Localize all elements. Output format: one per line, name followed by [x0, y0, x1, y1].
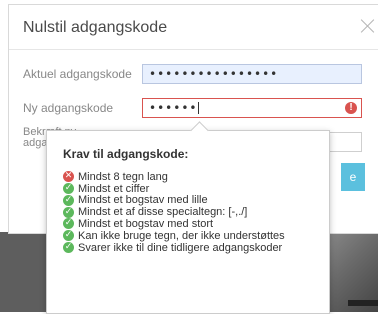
dialog-title: Nulstil adgangskode — [23, 19, 168, 36]
check-circle-icon: ✓ — [63, 194, 74, 206]
submit-button-label: e — [349, 170, 357, 184]
current-password-value: •••••••••••••••• — [149, 67, 279, 81]
requirement-text: Mindst et bogstav med lille — [78, 194, 208, 207]
new-password-value: •••••• — [149, 101, 198, 115]
password-requirements-popover: Krav til adgangskode: ✕ Mindst 8 tegn lan… — [46, 121, 330, 314]
dialog-divider — [9, 49, 378, 50]
background-bar — [348, 300, 378, 306]
requirement-item: ✓ Mindst et ciffer — [63, 183, 285, 195]
close-icon[interactable] — [359, 17, 377, 35]
requirement-text: Mindst et ciffer — [78, 182, 150, 195]
check-circle-icon: ✓ — [63, 183, 74, 195]
requirements-list: ✕ Mindst 8 tegn lang ✓ Mindst et ciffer ✓ Min… — [63, 171, 285, 254]
x-circle-icon: ✕ — [63, 171, 74, 183]
requirement-item: ✓ Mindst et bogstav med stort — [63, 218, 285, 230]
text-caret — [198, 102, 200, 114]
requirement-item: ✓ Kan ikke bruge tegn, der ikke understøt… — [63, 230, 285, 242]
error-icon: ! — [345, 102, 357, 114]
new-password-label: Ny adgangskode — [23, 101, 114, 115]
requirement-item: ✕ Mindst 8 tegn lang — [63, 171, 285, 183]
requirement-text: Svarer ikke til dine tidligere adgangsko… — [78, 241, 283, 254]
check-circle-icon: ✓ — [63, 206, 74, 218]
requirement-item: ✓ Svarer ikke til dine tidligere adgangsk… — [63, 242, 285, 254]
requirement-text: Kan ikke bruge tegn, der ikke understøtt… — [78, 229, 285, 242]
requirement-item: ✓ Mindst et bogstav med lille — [63, 194, 285, 207]
requirement-text: Mindst et af disse specialtegn: [-,./] — [78, 206, 248, 219]
current-password-label: Aktuel adgangskode — [23, 67, 132, 81]
new-password-input[interactable]: •••••• ! — [142, 98, 362, 118]
check-circle-icon: ✓ — [63, 242, 74, 254]
popover-title: Krav til adgangskode: — [63, 147, 189, 161]
check-circle-icon: ✓ — [63, 230, 74, 242]
current-password-input[interactable]: •••••••••••••••• — [142, 64, 362, 84]
submit-button[interactable]: e — [341, 163, 365, 191]
requirement-text: Mindst 8 tegn lang — [78, 170, 168, 183]
requirement-item: ✓ Mindst et af disse specialtegn: [-,./] — [63, 206, 285, 218]
check-circle-icon: ✓ — [63, 218, 74, 230]
requirement-text: Mindst et bogstav med stort — [78, 217, 214, 230]
